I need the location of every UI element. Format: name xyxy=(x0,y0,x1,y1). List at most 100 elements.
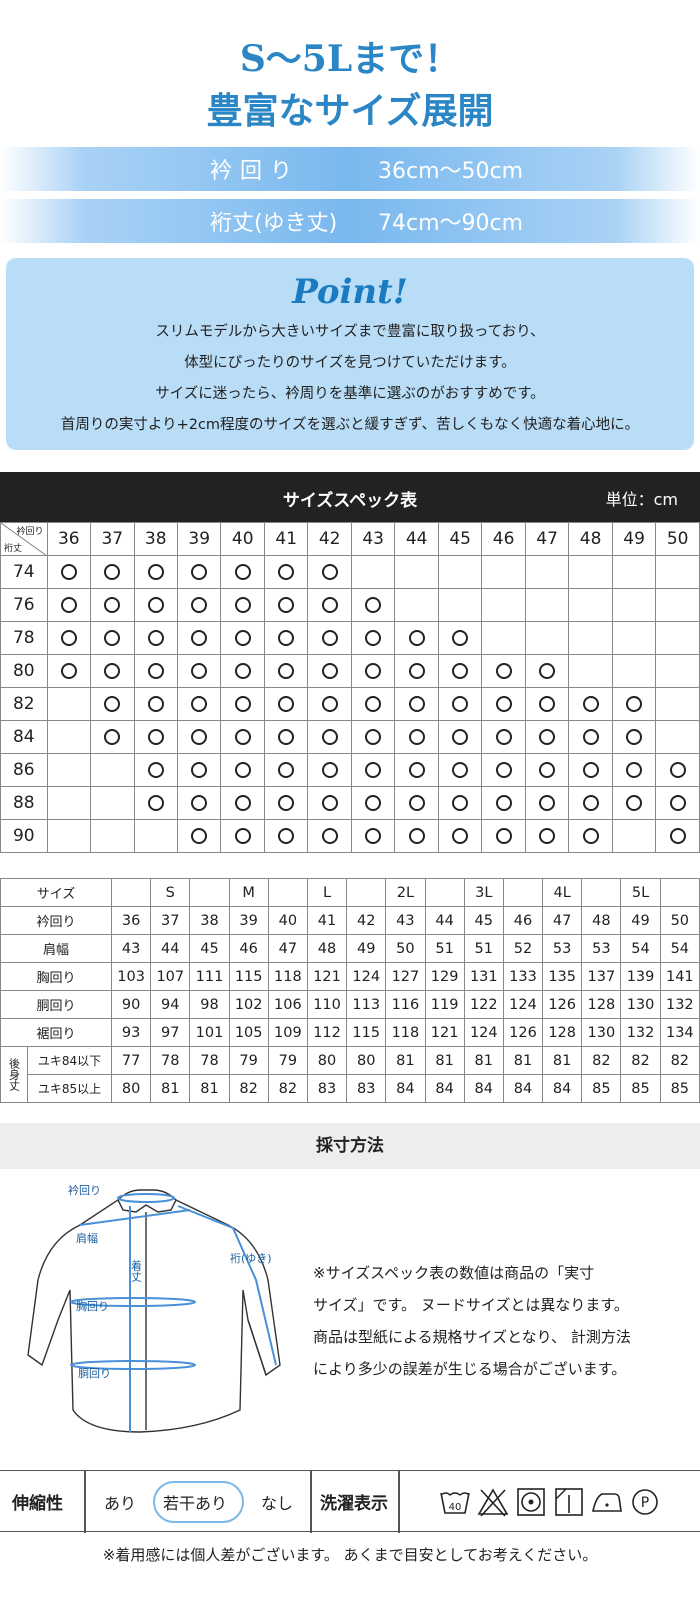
measure-value: 81 xyxy=(150,1074,191,1103)
available-circle-icon xyxy=(104,729,121,745)
availability-cell xyxy=(307,588,352,622)
stretch-label: 伸縮性 xyxy=(12,1494,63,1514)
point-line: スリムモデルから大きいサイズまで豊富に取り扱っており、 xyxy=(155,324,545,340)
availability-cell xyxy=(263,621,309,655)
point-box: Point! スリムモデルから大きいサイズまで豊富に取り扱っており、 体型にぴっ… xyxy=(6,258,694,450)
row-label: 76 xyxy=(0,588,48,622)
availability-cell xyxy=(133,819,178,853)
availability-cell xyxy=(307,720,352,754)
column-header: 43 xyxy=(350,522,396,556)
availability-cell xyxy=(655,786,700,820)
available-circle-icon xyxy=(278,795,295,811)
available-circle-icon xyxy=(147,630,164,646)
available-circle-icon xyxy=(321,696,338,712)
availability-cell xyxy=(611,588,657,622)
measure-value: 82 xyxy=(659,1046,700,1075)
measure-value: 141 xyxy=(659,962,700,991)
availability-cell xyxy=(90,555,135,589)
available-circle-icon xyxy=(191,729,208,745)
available-circle-icon xyxy=(452,696,469,712)
available-circle-icon xyxy=(582,762,599,778)
available-circle-icon xyxy=(408,795,425,811)
collar-label: 衿回り xyxy=(68,1183,101,1197)
table-row: 衿回り 36 37 38 39 40 41 42 43 44 45 46 47 48 49 50 xyxy=(0,906,700,935)
available-circle-icon xyxy=(234,729,251,745)
availability-cell xyxy=(220,588,265,622)
measure-value: 77 xyxy=(110,1046,152,1075)
measure-value: 81 xyxy=(385,1046,426,1075)
measure-value: 81 xyxy=(424,1046,465,1075)
measure-value: 46 xyxy=(228,934,269,963)
available-circle-icon xyxy=(191,564,208,580)
available-circle-icon xyxy=(147,795,164,811)
availability-cell xyxy=(350,654,396,688)
measure-value: 122 xyxy=(463,990,504,1019)
measure-value: 124 xyxy=(346,962,387,991)
availability-cell xyxy=(437,687,483,721)
band-label: 衿回り xyxy=(210,159,301,184)
measure-note-line: ※サイズスペック表の数値は商品の「実寸 xyxy=(313,1264,595,1282)
back-length-side-label: 後身丈 xyxy=(0,1046,28,1103)
tumble-dry-icon xyxy=(517,1488,545,1516)
table-row: 76 xyxy=(0,588,700,622)
measure-value: 51 xyxy=(424,934,465,963)
available-circle-icon xyxy=(278,630,295,646)
availability-cell xyxy=(481,753,526,787)
table-row: 78 xyxy=(0,621,700,655)
available-circle-icon xyxy=(365,762,382,778)
available-circle-icon xyxy=(495,663,512,679)
table-header-row: 衿回り 裄丈 36 37 38 39 40 41 42 43 44 45 46 47 48 49 50 xyxy=(0,522,700,556)
size-availability-table: 衿回り 裄丈 36 37 38 39 40 41 42 43 44 45 46 47 48 49 50 74… xyxy=(0,522,700,853)
shoulder-label: 肩幅 xyxy=(76,1231,98,1245)
size-code-cell xyxy=(110,878,152,907)
size-code-cell xyxy=(424,878,465,907)
column-header: 40 xyxy=(220,522,265,556)
size-header-row: サイズ S M L 2L 3L 4L 5L xyxy=(0,878,700,907)
row-label: 78 xyxy=(0,621,48,655)
available-circle-icon xyxy=(582,729,599,745)
page-title-line2: 豊富なサイズ展開 xyxy=(206,90,494,132)
measure-value: 112 xyxy=(306,1018,348,1047)
availability-cell xyxy=(307,753,352,787)
column-header: 49 xyxy=(611,522,657,556)
availability-cell xyxy=(307,621,352,655)
row-label: 84 xyxy=(0,720,48,754)
available-circle-icon xyxy=(234,564,251,580)
measure-value: 132 xyxy=(620,1018,661,1047)
measure-value: 85 xyxy=(581,1074,622,1103)
availability-cell xyxy=(611,555,657,589)
measure-value: 84 xyxy=(463,1074,504,1103)
availability-cell xyxy=(611,720,657,754)
measure-value: 111 xyxy=(189,962,230,991)
available-circle-icon xyxy=(147,729,164,745)
available-circle-icon xyxy=(278,828,295,844)
stretch-option-slight: 若干あり xyxy=(163,1494,228,1513)
availability-cell xyxy=(176,555,222,589)
available-circle-icon xyxy=(104,564,121,580)
availability-cell xyxy=(220,687,265,721)
shirt-diagram: 衿回り 肩幅 着丈 裄(ゆき) 胸回り 胴回り xyxy=(27,1183,281,1433)
availability-cell xyxy=(655,819,700,853)
corner-top-label: 衿回り xyxy=(16,527,44,537)
available-circle-icon xyxy=(408,828,425,844)
availability-cell xyxy=(481,687,526,721)
availability-cell xyxy=(350,786,396,820)
table-row: 後身丈 ユキ84以下 77 78 78 79 79 80 80 81 81 81 81 81 82 82 82 xyxy=(0,1046,700,1103)
measure-value: 121 xyxy=(424,1018,465,1047)
availability-cell xyxy=(394,720,439,754)
sleeve-label: 裄(ゆき) xyxy=(230,1252,272,1265)
availability-cell xyxy=(437,819,483,853)
availability-cell xyxy=(350,687,396,721)
availability-cell xyxy=(46,753,92,787)
size-code-cell: 2L xyxy=(385,878,426,907)
table-row: 88 xyxy=(0,786,700,820)
available-circle-icon xyxy=(234,696,251,712)
availability-cell xyxy=(394,753,439,787)
availability-cell xyxy=(263,786,309,820)
measure-value: 121 xyxy=(306,962,348,991)
availability-cell xyxy=(133,588,178,622)
availability-cell xyxy=(176,588,222,622)
availability-cell xyxy=(655,555,700,589)
measure-label: 裾回り xyxy=(0,1018,112,1047)
available-circle-icon xyxy=(234,597,251,613)
